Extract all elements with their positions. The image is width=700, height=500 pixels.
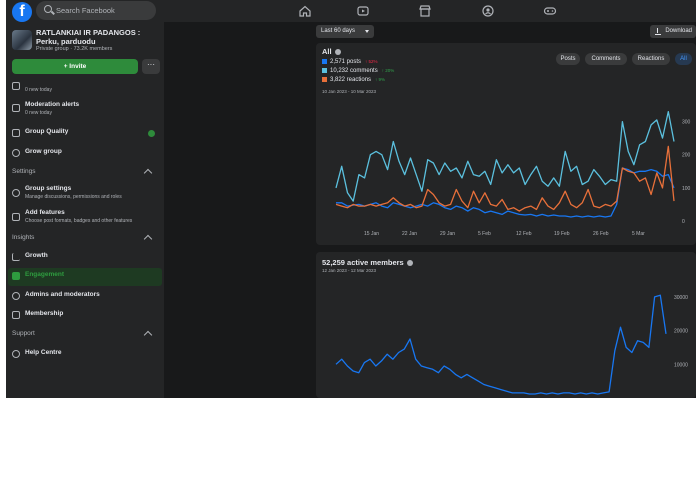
active-members-line-chart: 10000 20000 30000	[335, 294, 688, 395]
membership-icon	[12, 311, 20, 319]
facebook-logo[interactable]: f	[12, 2, 32, 22]
x-tick-label: 12 Feb	[516, 231, 532, 237]
support-collapse-icon[interactable]	[143, 330, 153, 340]
grow-group-icon	[12, 149, 20, 157]
x-tick-label: 5 Mar	[632, 231, 645, 237]
help-icon	[12, 350, 20, 358]
app-window: f RATLANKIAI IR PADANGOS : Perku, parduo…	[6, 0, 696, 398]
y-tick-label: 10000	[674, 362, 688, 368]
active-members-card: 52,259 active members 12 Jan 2023 - 12 M…	[316, 252, 696, 398]
y-tick-label: 300	[682, 120, 691, 126]
engagement-icon	[12, 272, 20, 280]
x-tick-label: 22 Jan	[402, 231, 417, 237]
series-line-comments	[335, 110, 675, 202]
y-tick-label: 100	[682, 186, 691, 192]
y-tick-label: 200	[682, 153, 691, 159]
sidebar-item-group-quality[interactable]: Group Quality	[6, 125, 164, 143]
insights-section-header: Insights	[12, 234, 35, 241]
search-icon	[44, 5, 52, 13]
support-section-header: Support	[12, 330, 35, 337]
x-tick-label: 5 Feb	[478, 231, 491, 237]
admin-shield-icon	[12, 292, 20, 300]
member-requests-icon	[12, 82, 20, 90]
add-features-icon	[12, 213, 20, 221]
sidebar-item-admins-moderators[interactable]: Admins and moderators	[6, 288, 164, 306]
settings-section-header: Settings	[12, 168, 36, 175]
sidebar-item-engagement[interactable]: Engagement	[8, 268, 162, 286]
groups-icon[interactable]	[481, 4, 495, 18]
more-options-button[interactable]: ···	[142, 59, 160, 74]
series-line-reactions	[335, 145, 675, 212]
date-range-select[interactable]: Last 60 days	[316, 25, 374, 38]
x-tick-label: 15 Jan	[364, 231, 379, 237]
invite-button[interactable]: + Invite	[12, 59, 138, 74]
search-box[interactable]	[36, 1, 156, 20]
x-tick-label: 19 Feb	[554, 231, 570, 237]
settings-collapse-icon[interactable]	[143, 168, 153, 178]
insights-collapse-icon[interactable]	[143, 234, 153, 244]
y-tick-label: 20000	[674, 329, 688, 335]
chevron-down-icon	[365, 30, 369, 33]
sidebar-item-group-settings[interactable]: Group settings Manage discussions, permi…	[6, 182, 164, 204]
group-quality-icon	[12, 129, 20, 137]
sidebar-item-grow-group[interactable]: Grow group	[6, 145, 164, 163]
x-tick-label: 26 Feb	[593, 231, 609, 237]
engagement-line-chart: 0 100 200 300 15 Jan 22 Jan 29 Jan 5 Feb 12 Feb 1…	[335, 110, 691, 237]
sidebar-item-moderation-alerts[interactable]: Moderation alerts 0 new today	[6, 98, 164, 118]
y-tick-label: 0	[682, 219, 685, 225]
sidebar-item-add-features[interactable]: Add features Choose post formats, badges…	[6, 206, 164, 228]
series-line-posts	[336, 167, 675, 218]
quality-status-dot	[148, 130, 155, 137]
group-meta: Private group · 73.2K members	[36, 46, 113, 52]
group-name[interactable]: RATLANKIAI IR PADANGOS : Perku, parduodu	[36, 28, 162, 46]
engagement-card: All 2,571 posts ↑ 52% 10,232 comments ↑ 20…	[316, 43, 696, 245]
series-line-active-members	[335, 294, 667, 395]
marketplace-icon[interactable]	[418, 4, 432, 18]
top-bar: f	[6, 0, 696, 22]
y-tick-label: 30000	[674, 295, 688, 301]
group-avatar[interactable]	[12, 30, 32, 50]
settings-gear-icon	[12, 189, 20, 197]
watch-icon[interactable]	[356, 4, 370, 18]
sidebar-item-member-requests[interactable]: 0 new today	[6, 78, 164, 96]
gaming-icon[interactable]	[543, 4, 557, 18]
home-icon[interactable]	[298, 4, 312, 18]
sidebar-item-membership[interactable]: Membership	[6, 307, 164, 325]
x-tick-label: 29 Jan	[440, 231, 455, 237]
moderation-alerts-icon	[12, 104, 20, 112]
search-input[interactable]	[56, 3, 151, 18]
download-button[interactable]: Download	[650, 25, 696, 38]
admin-sidebar: RATLANKIAI IR PADANGOS : Perku, parduodu…	[6, 22, 164, 398]
growth-chart-icon	[12, 253, 20, 261]
sidebar-item-growth[interactable]: Growth	[6, 249, 164, 267]
sidebar-item-help-centre[interactable]: Help Centre	[6, 346, 164, 364]
download-icon	[655, 28, 661, 35]
